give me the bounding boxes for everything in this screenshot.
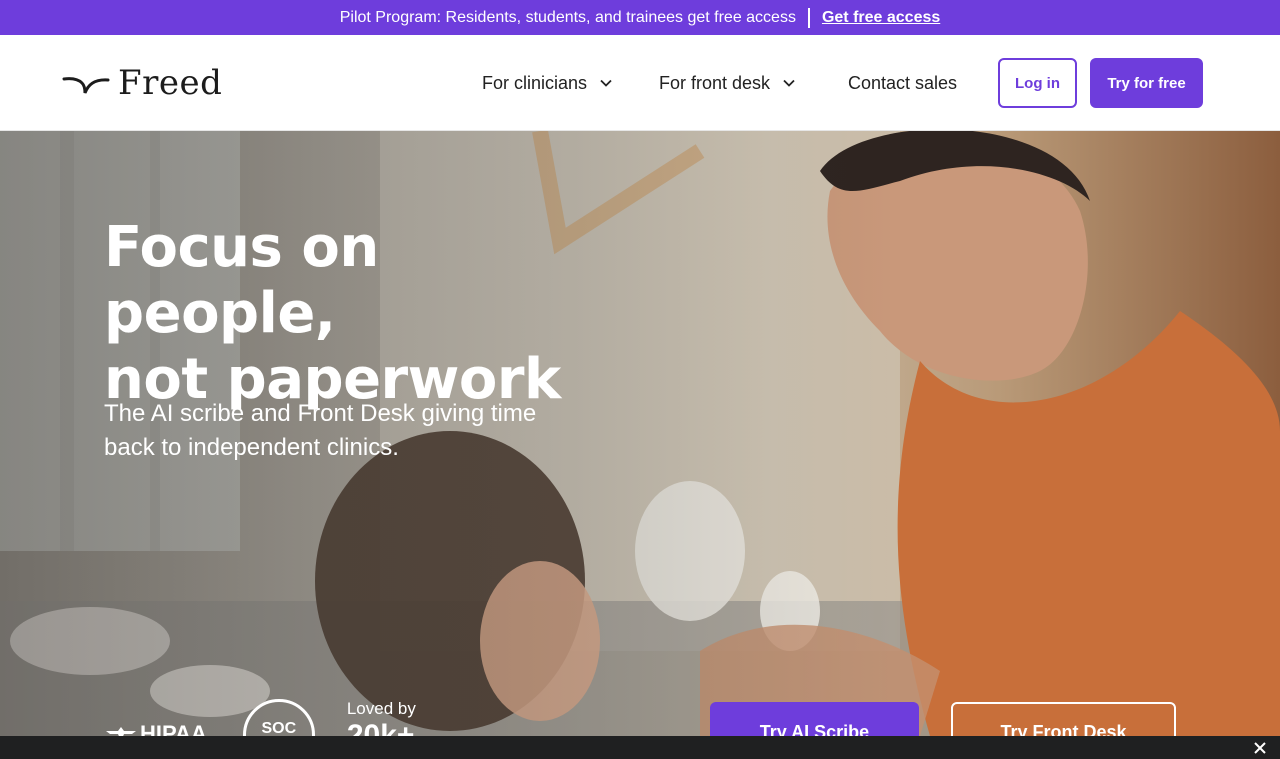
loved-by-label: Loved by bbox=[346, 699, 416, 718]
get-free-access-link[interactable]: Get free access bbox=[822, 9, 940, 27]
try-front-desk-button[interactable]: Try Front Desk bbox=[951, 702, 1176, 736]
freed-logo[interactable]: Freed bbox=[62, 63, 222, 103]
nav-for-clinicians-item[interactable]: For clinicians bbox=[482, 73, 613, 94]
promo-banner: Pilot Program: Residents, students, and … bbox=[0, 0, 1280, 35]
hipaa-label: HIPAA bbox=[140, 721, 207, 736]
soc-label: SOC bbox=[261, 720, 297, 736]
brand-name: Freed bbox=[118, 63, 223, 103]
hero-title-line-1: Focus on people, bbox=[104, 215, 379, 346]
loved-by-badge: Loved by 20k+ bbox=[347, 699, 416, 736]
promo-divider bbox=[807, 7, 810, 28]
nav-label: For front desk bbox=[659, 72, 771, 93]
promo-text: Pilot Program: Residents, students, and … bbox=[339, 8, 796, 26]
nav-label[interactable]: Contact sales bbox=[848, 73, 957, 94]
nav-contact-sales[interactable]: Contact sales bbox=[848, 35, 957, 131]
loved-by-count: 20k+ bbox=[346, 719, 415, 736]
hero-title: Focus on people, not paperwork bbox=[104, 215, 624, 413]
hero-section: Focus on people, not paperwork The AI sc… bbox=[0, 131, 1280, 736]
try-for-free-button[interactable]: Try for free bbox=[1090, 58, 1203, 108]
nav-for-front-desk-item[interactable]: For front desk bbox=[659, 73, 796, 94]
freed-logo-mark-icon bbox=[62, 77, 110, 94]
nav-for-clinicians[interactable]: For clinicians bbox=[482, 35, 613, 131]
chevron-down-icon bbox=[600, 79, 612, 87]
chevron-down-icon bbox=[783, 79, 795, 87]
nav-label: For clinicians bbox=[482, 72, 588, 93]
trust-badges: HIPAA SOC Loved by 20k+ bbox=[104, 699, 416, 736]
bottom-notification-bar bbox=[0, 736, 1280, 759]
site-header: Freed For clinicians For front desk Cont… bbox=[0, 35, 1280, 131]
caduceus-icon bbox=[106, 727, 136, 736]
nav-for-front-desk[interactable]: For front desk bbox=[659, 35, 796, 131]
close-icon[interactable] bbox=[1252, 740, 1268, 756]
hipaa-badge: HIPAA bbox=[104, 721, 207, 736]
try-ai-scribe-button[interactable]: Try AI Scribe bbox=[710, 702, 919, 736]
soc-badge: SOC bbox=[242, 699, 315, 736]
log-in-button[interactable]: Log in bbox=[998, 58, 1077, 108]
hero-subtitle: The AI scribe and Front Desk giving time… bbox=[104, 400, 537, 461]
